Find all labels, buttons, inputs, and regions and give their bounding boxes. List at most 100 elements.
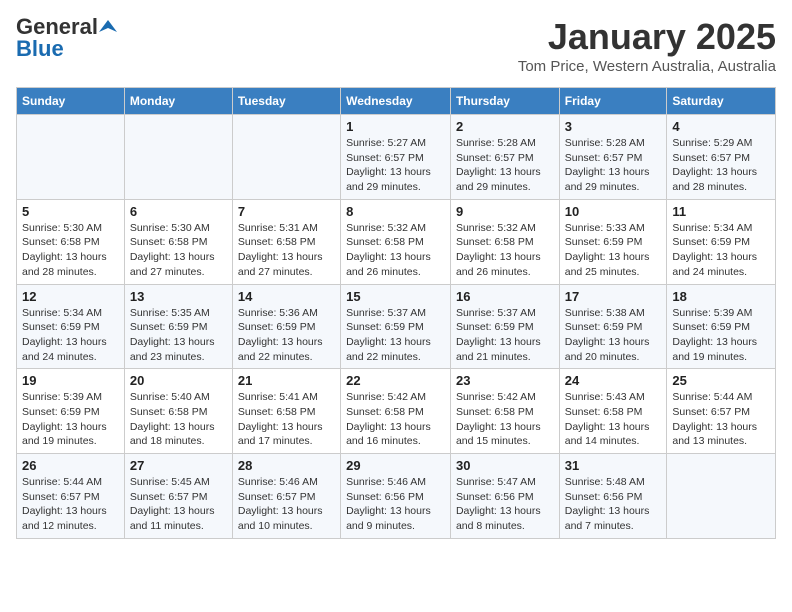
day-info: Sunrise: 5:40 AMSunset: 6:58 PMDaylight:… — [130, 390, 227, 449]
logo: General Blue — [16, 16, 118, 60]
table-row: 2 Sunrise: 5:28 AMSunset: 6:57 PMDayligh… — [450, 115, 559, 200]
table-row: 14 Sunrise: 5:36 AMSunset: 6:59 PMDaylig… — [232, 284, 340, 369]
day-info: Sunrise: 5:35 AMSunset: 6:59 PMDaylight:… — [130, 306, 227, 365]
day-number: 24 — [565, 373, 662, 388]
day-number: 27 — [130, 458, 227, 473]
day-info: Sunrise: 5:48 AMSunset: 6:56 PMDaylight:… — [565, 475, 662, 534]
page-header: General Blue January 2025 Tom Price, Wes… — [16, 16, 776, 75]
month-title: January 2025 — [518, 16, 776, 58]
day-number: 12 — [22, 289, 119, 304]
table-row: 17 Sunrise: 5:38 AMSunset: 6:59 PMDaylig… — [559, 284, 667, 369]
table-row: 25 Sunrise: 5:44 AMSunset: 6:57 PMDaylig… — [667, 369, 776, 454]
day-info: Sunrise: 5:33 AMSunset: 6:59 PMDaylight:… — [565, 221, 662, 280]
day-info: Sunrise: 5:28 AMSunset: 6:57 PMDaylight:… — [565, 136, 662, 195]
day-info: Sunrise: 5:30 AMSunset: 6:58 PMDaylight:… — [130, 221, 227, 280]
day-number: 3 — [565, 119, 662, 134]
day-info: Sunrise: 5:42 AMSunset: 6:58 PMDaylight:… — [456, 390, 554, 449]
title-area: January 2025 Tom Price, Western Australi… — [518, 16, 776, 75]
table-row — [667, 454, 776, 539]
table-row: 11 Sunrise: 5:34 AMSunset: 6:59 PMDaylig… — [667, 199, 776, 284]
calendar-week-row: 5 Sunrise: 5:30 AMSunset: 6:58 PMDayligh… — [17, 199, 776, 284]
day-number: 23 — [456, 373, 554, 388]
table-row: 5 Sunrise: 5:30 AMSunset: 6:58 PMDayligh… — [17, 199, 125, 284]
calendar-week-row: 12 Sunrise: 5:34 AMSunset: 6:59 PMDaylig… — [17, 284, 776, 369]
table-row: 29 Sunrise: 5:46 AMSunset: 6:56 PMDaylig… — [341, 454, 451, 539]
table-row: 24 Sunrise: 5:43 AMSunset: 6:58 PMDaylig… — [559, 369, 667, 454]
day-number: 8 — [346, 204, 445, 219]
day-number: 19 — [22, 373, 119, 388]
day-info: Sunrise: 5:46 AMSunset: 6:56 PMDaylight:… — [346, 475, 445, 534]
calendar-week-row: 26 Sunrise: 5:44 AMSunset: 6:57 PMDaylig… — [17, 454, 776, 539]
calendar-table: Sunday Monday Tuesday Wednesday Thursday… — [16, 87, 776, 539]
day-number: 25 — [672, 373, 770, 388]
table-row: 15 Sunrise: 5:37 AMSunset: 6:59 PMDaylig… — [341, 284, 451, 369]
day-number: 11 — [672, 204, 770, 219]
day-info: Sunrise: 5:37 AMSunset: 6:59 PMDaylight:… — [456, 306, 554, 365]
logo-blue-text: Blue — [16, 36, 64, 61]
day-number: 1 — [346, 119, 445, 134]
day-number: 30 — [456, 458, 554, 473]
weekday-header-row: Sunday Monday Tuesday Wednesday Thursday… — [17, 88, 776, 115]
day-number: 28 — [238, 458, 335, 473]
day-info: Sunrise: 5:47 AMSunset: 6:56 PMDaylight:… — [456, 475, 554, 534]
header-thursday: Thursday — [450, 88, 559, 115]
day-number: 15 — [346, 289, 445, 304]
day-info: Sunrise: 5:46 AMSunset: 6:57 PMDaylight:… — [238, 475, 335, 534]
calendar-week-row: 1 Sunrise: 5:27 AMSunset: 6:57 PMDayligh… — [17, 115, 776, 200]
day-info: Sunrise: 5:28 AMSunset: 6:57 PMDaylight:… — [456, 136, 554, 195]
day-number: 5 — [22, 204, 119, 219]
day-number: 14 — [238, 289, 335, 304]
day-number: 21 — [238, 373, 335, 388]
day-info: Sunrise: 5:37 AMSunset: 6:59 PMDaylight:… — [346, 306, 445, 365]
day-number: 7 — [238, 204, 335, 219]
day-number: 29 — [346, 458, 445, 473]
day-number: 16 — [456, 289, 554, 304]
day-number: 26 — [22, 458, 119, 473]
table-row: 26 Sunrise: 5:44 AMSunset: 6:57 PMDaylig… — [17, 454, 125, 539]
table-row: 4 Sunrise: 5:29 AMSunset: 6:57 PMDayligh… — [667, 115, 776, 200]
day-info: Sunrise: 5:39 AMSunset: 6:59 PMDaylight:… — [22, 390, 119, 449]
day-number: 31 — [565, 458, 662, 473]
day-info: Sunrise: 5:29 AMSunset: 6:57 PMDaylight:… — [672, 136, 770, 195]
day-info: Sunrise: 5:32 AMSunset: 6:58 PMDaylight:… — [456, 221, 554, 280]
day-number: 4 — [672, 119, 770, 134]
day-info: Sunrise: 5:34 AMSunset: 6:59 PMDaylight:… — [22, 306, 119, 365]
day-info: Sunrise: 5:43 AMSunset: 6:58 PMDaylight:… — [565, 390, 662, 449]
table-row: 6 Sunrise: 5:30 AMSunset: 6:58 PMDayligh… — [124, 199, 232, 284]
table-row: 18 Sunrise: 5:39 AMSunset: 6:59 PMDaylig… — [667, 284, 776, 369]
day-number: 13 — [130, 289, 227, 304]
header-monday: Monday — [124, 88, 232, 115]
table-row: 30 Sunrise: 5:47 AMSunset: 6:56 PMDaylig… — [450, 454, 559, 539]
day-info: Sunrise: 5:45 AMSunset: 6:57 PMDaylight:… — [130, 475, 227, 534]
logo-bird-icon — [99, 18, 117, 36]
table-row: 22 Sunrise: 5:42 AMSunset: 6:58 PMDaylig… — [341, 369, 451, 454]
header-friday: Friday — [559, 88, 667, 115]
table-row: 23 Sunrise: 5:42 AMSunset: 6:58 PMDaylig… — [450, 369, 559, 454]
day-info: Sunrise: 5:34 AMSunset: 6:59 PMDaylight:… — [672, 221, 770, 280]
table-row — [124, 115, 232, 200]
day-info: Sunrise: 5:41 AMSunset: 6:58 PMDaylight:… — [238, 390, 335, 449]
calendar-week-row: 19 Sunrise: 5:39 AMSunset: 6:59 PMDaylig… — [17, 369, 776, 454]
day-number: 2 — [456, 119, 554, 134]
table-row: 21 Sunrise: 5:41 AMSunset: 6:58 PMDaylig… — [232, 369, 340, 454]
table-row: 9 Sunrise: 5:32 AMSunset: 6:58 PMDayligh… — [450, 199, 559, 284]
table-row: 19 Sunrise: 5:39 AMSunset: 6:59 PMDaylig… — [17, 369, 125, 454]
table-row: 20 Sunrise: 5:40 AMSunset: 6:58 PMDaylig… — [124, 369, 232, 454]
table-row: 28 Sunrise: 5:46 AMSunset: 6:57 PMDaylig… — [232, 454, 340, 539]
header-wednesday: Wednesday — [341, 88, 451, 115]
table-row: 10 Sunrise: 5:33 AMSunset: 6:59 PMDaylig… — [559, 199, 667, 284]
table-row — [17, 115, 125, 200]
location: Tom Price, Western Australia, Australia — [518, 58, 776, 75]
header-tuesday: Tuesday — [232, 88, 340, 115]
day-info: Sunrise: 5:42 AMSunset: 6:58 PMDaylight:… — [346, 390, 445, 449]
table-row: 12 Sunrise: 5:34 AMSunset: 6:59 PMDaylig… — [17, 284, 125, 369]
day-number: 9 — [456, 204, 554, 219]
table-row — [232, 115, 340, 200]
day-number: 6 — [130, 204, 227, 219]
day-number: 18 — [672, 289, 770, 304]
table-row: 27 Sunrise: 5:45 AMSunset: 6:57 PMDaylig… — [124, 454, 232, 539]
day-number: 22 — [346, 373, 445, 388]
table-row: 7 Sunrise: 5:31 AMSunset: 6:58 PMDayligh… — [232, 199, 340, 284]
header-sunday: Sunday — [17, 88, 125, 115]
table-row: 1 Sunrise: 5:27 AMSunset: 6:57 PMDayligh… — [341, 115, 451, 200]
